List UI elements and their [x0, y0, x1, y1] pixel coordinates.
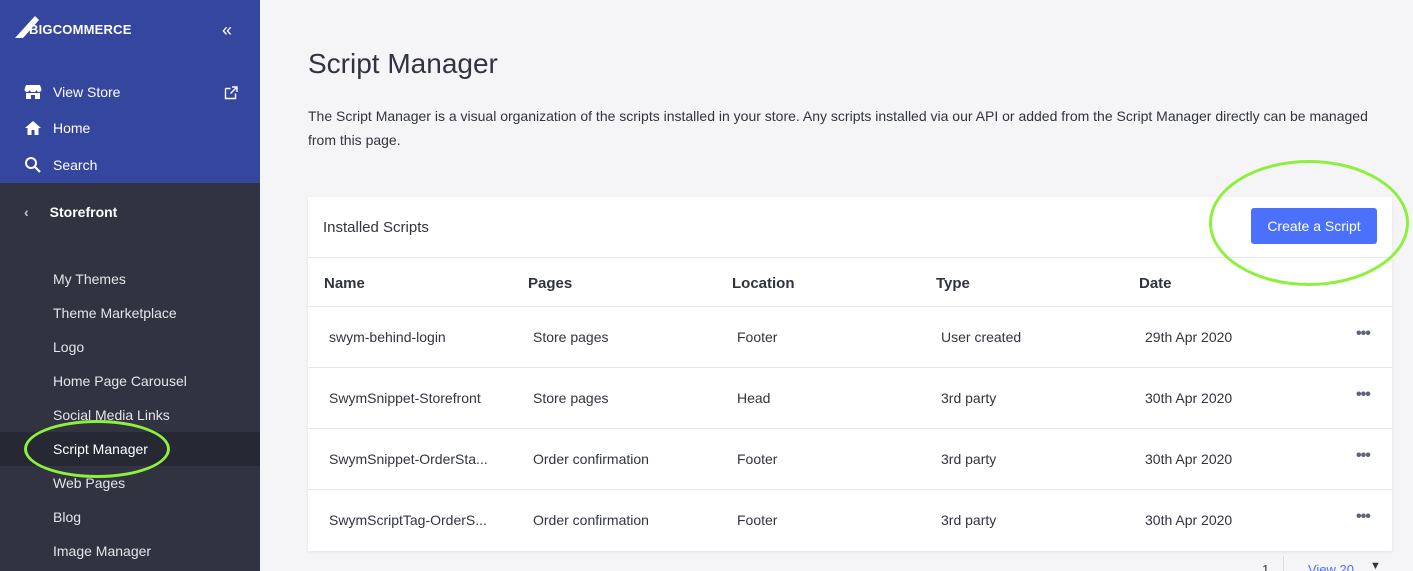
caret-down-icon[interactable]: ▼: [1370, 560, 1381, 571]
main-content: Script Manager The Script Manager is a v…: [260, 0, 1413, 571]
store-icon: [24, 83, 42, 101]
chevron-left-icon: ‹: [24, 204, 29, 220]
table-row[interactable]: SwymScriptTag-OrderS... Order confirmati…: [308, 490, 1392, 551]
home-icon: [24, 119, 42, 137]
storefront-section-back[interactable]: ‹ Storefront: [24, 204, 117, 220]
script-location: Footer: [737, 512, 778, 528]
sidebar-item-label: Web Pages: [53, 475, 126, 491]
installed-scripts-panel: Installed Scripts Create a Script Name P…: [308, 197, 1392, 551]
script-name[interactable]: SwymSnippet-OrderSta...: [329, 451, 488, 467]
script-pages: Store pages: [533, 329, 609, 345]
sidebar-item-label: Theme Marketplace: [53, 305, 177, 321]
sidebar-item-theme-marketplace[interactable]: Theme Marketplace: [0, 296, 260, 330]
sidebar-item-blog[interactable]: Blog: [0, 500, 260, 534]
column-header-pages[interactable]: Pages: [528, 275, 572, 292]
sidebar-item-home-page-carousel[interactable]: Home Page Carousel: [0, 364, 260, 398]
script-type: 3rd party: [941, 512, 997, 528]
script-location: Head: [737, 390, 771, 406]
table-row[interactable]: swym-behind-login Store pages Footer Use…: [308, 307, 1392, 368]
script-date: 30th Apr 2020: [1145, 451, 1233, 467]
script-date: 30th Apr 2020: [1145, 512, 1233, 528]
page-title: Script Manager: [308, 48, 498, 79]
table-row[interactable]: SwymSnippet-Storefront Store pages Head …: [308, 368, 1392, 429]
script-location: Footer: [737, 329, 778, 345]
script-pages: Order confirmation: [533, 451, 649, 467]
script-name[interactable]: SwymScriptTag-OrderS...: [329, 512, 487, 528]
bigcommerce-logo[interactable]: BIGCOMMERCE: [15, 14, 132, 38]
row-actions-menu-icon[interactable]: •••: [1356, 508, 1371, 526]
column-header-date[interactable]: Date: [1139, 275, 1172, 292]
row-actions-menu-icon[interactable]: •••: [1356, 325, 1371, 343]
script-date: 29th Apr 2020: [1145, 329, 1233, 345]
sidebar-header: BIGCOMMERCE « View Store Home Search: [0, 0, 260, 183]
sidebar-item-social-media-links[interactable]: Social Media Links: [0, 398, 260, 432]
collapse-sidebar-icon[interactable]: «: [222, 21, 232, 39]
create-script-button[interactable]: Create a Script: [1251, 208, 1377, 244]
sidebar-item-label: Blog: [53, 509, 82, 525]
nav-search[interactable]: Search: [24, 154, 97, 176]
nav-view-store-label: View Store: [53, 84, 121, 100]
column-header-type[interactable]: Type: [936, 275, 970, 292]
column-header-name[interactable]: Name: [324, 275, 365, 292]
panel-title: Installed Scripts: [323, 219, 429, 236]
row-actions-menu-icon[interactable]: •••: [1356, 447, 1371, 465]
sidebar-item-label: Logo: [53, 339, 85, 355]
script-type: 3rd party: [941, 451, 997, 467]
sidebar-item-logo[interactable]: Logo: [0, 330, 260, 364]
table-row[interactable]: SwymSnippet-OrderSta... Order confirmati…: [308, 429, 1392, 490]
sidebar-item-script-manager[interactable]: Script Manager: [0, 432, 260, 466]
script-type: User created: [941, 329, 1022, 345]
script-date: 30th Apr 2020: [1145, 390, 1233, 406]
script-pages: Store pages: [533, 390, 609, 406]
sidebar-item-label: Image Manager: [53, 543, 152, 559]
page-size-select[interactable]: View 20: [1308, 562, 1354, 571]
sidebar-item-label: Script Manager: [53, 441, 148, 457]
panel-header: Installed Scripts Create a Script: [308, 197, 1392, 258]
external-link-icon[interactable]: [224, 86, 238, 100]
sidebar-item-label: My Themes: [53, 271, 126, 287]
sidebar-item-web-pages[interactable]: Web Pages: [0, 466, 260, 500]
script-type: 3rd party: [941, 390, 997, 406]
search-icon: [24, 156, 42, 174]
page-description: The Script Manager is a visual organizat…: [308, 108, 1368, 148]
sidebar: BIGCOMMERCE « View Store Home Search ‹ S…: [0, 0, 260, 571]
nav-home[interactable]: Home: [24, 117, 90, 139]
column-header-location[interactable]: Location: [732, 275, 795, 292]
sidebar-item-image-manager[interactable]: Image Manager: [0, 534, 260, 568]
current-page-number: 1: [1262, 562, 1270, 571]
row-actions-menu-icon[interactable]: •••: [1356, 386, 1371, 404]
script-pages: Order confirmation: [533, 512, 649, 528]
sidebar-item-label: Social Media Links: [53, 407, 170, 423]
sidebar-item-label: Home Page Carousel: [53, 373, 187, 389]
script-name[interactable]: swym-behind-login: [329, 329, 446, 345]
section-title: Storefront: [49, 204, 118, 220]
nav-view-store[interactable]: View Store: [24, 81, 120, 103]
script-name[interactable]: SwymSnippet-Storefront: [329, 390, 481, 406]
logo-text: BIGCOMMERCE: [29, 22, 132, 37]
script-location: Footer: [737, 451, 778, 467]
sidebar-item-my-themes[interactable]: My Themes: [0, 262, 260, 296]
pagination-divider: [1283, 556, 1284, 571]
nav-home-label: Home: [53, 120, 91, 136]
table-header: Name Pages Location Type Date: [308, 258, 1392, 307]
nav-search-label: Search: [53, 157, 98, 173]
